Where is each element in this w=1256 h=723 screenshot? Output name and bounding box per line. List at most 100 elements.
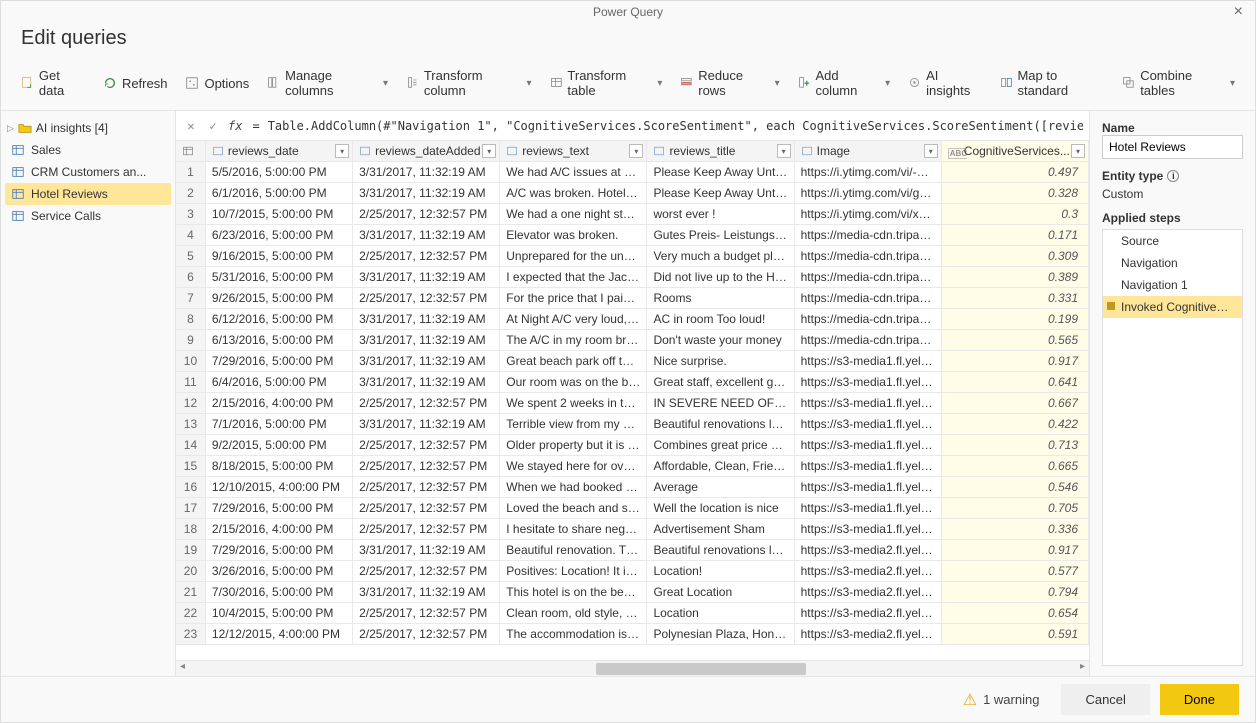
column-header-CognitiveServices[interactable]: ABC123CognitiveServices....▾	[941, 141, 1088, 162]
applied-step[interactable]: Source	[1103, 230, 1242, 252]
cell[interactable]: 0.331	[941, 288, 1088, 309]
cell[interactable]: Elevator was broken.	[500, 225, 647, 246]
cell[interactable]: 0.565	[941, 330, 1088, 351]
cell[interactable]: 0.705	[941, 498, 1088, 519]
cell[interactable]: 2/25/2017, 12:32:57 PM	[353, 477, 500, 498]
row-number[interactable]: 21	[176, 582, 205, 603]
cell[interactable]: 2/25/2017, 12:32:57 PM	[353, 204, 500, 225]
row-number[interactable]: 14	[176, 435, 205, 456]
table-row[interactable]: 107/29/2016, 5:00:00 PM3/31/2017, 11:32:…	[176, 351, 1089, 372]
row-number[interactable]: 10	[176, 351, 205, 372]
cell[interactable]: 6/1/2016, 5:00:00 PM	[205, 183, 352, 204]
cell[interactable]: 3/31/2017, 11:32:19 AM	[353, 225, 500, 246]
cell[interactable]: 3/31/2017, 11:32:19 AM	[353, 162, 500, 183]
cell[interactable]: https://s3-media2.fl.yelpcd...	[794, 603, 941, 624]
table-row[interactable]: 149/2/2015, 5:00:00 PM2/25/2017, 12:32:5…	[176, 435, 1089, 456]
cell[interactable]: 7/29/2016, 5:00:00 PM	[205, 498, 352, 519]
applied-step[interactable]: Navigation	[1103, 252, 1242, 274]
cell[interactable]: Polynesian Plaza, Honolulu	[647, 624, 794, 645]
cell[interactable]: 0.667	[941, 393, 1088, 414]
cell[interactable]: 2/25/2017, 12:32:57 PM	[353, 519, 500, 540]
row-number[interactable]: 22	[176, 603, 205, 624]
cell[interactable]: https://media-cdn.tripadvi...	[794, 246, 941, 267]
row-number[interactable]: 16	[176, 477, 205, 498]
close-icon[interactable]: ×	[1234, 3, 1243, 21]
row-number[interactable]: 9	[176, 330, 205, 351]
cell[interactable]: Did not live up to the Hilto...	[647, 267, 794, 288]
cell[interactable]: 2/25/2017, 12:32:57 PM	[353, 288, 500, 309]
cell[interactable]: 5/31/2016, 5:00:00 PM	[205, 267, 352, 288]
cell[interactable]: 0.654	[941, 603, 1088, 624]
cell[interactable]: The A/C in my room broke...	[500, 330, 647, 351]
corner-cell[interactable]	[176, 141, 205, 162]
cell[interactable]: 2/25/2017, 12:32:57 PM	[353, 246, 500, 267]
cell[interactable]: 0.389	[941, 267, 1088, 288]
cell[interactable]: Well the location is nice	[647, 498, 794, 519]
cell[interactable]: 0.917	[941, 540, 1088, 561]
filter-dropdown-icon[interactable]: ▾	[777, 144, 791, 158]
cell[interactable]: 9/26/2015, 5:00:00 PM	[205, 288, 352, 309]
cell[interactable]: https://s3-media1.fl.yelpcd...	[794, 477, 941, 498]
column-header-reviews_dateAdded[interactable]: reviews_dateAdded▾	[353, 141, 500, 162]
info-icon[interactable]: i	[1167, 170, 1179, 182]
cell[interactable]: 0.917	[941, 351, 1088, 372]
horizontal-scrollbar[interactable]: ◂ ▸	[176, 660, 1089, 676]
filter-dropdown-icon[interactable]: ▾	[629, 144, 643, 158]
cell[interactable]: https://i.ytimg.com/vi/xcEB...	[794, 204, 941, 225]
row-number[interactable]: 6	[176, 267, 205, 288]
cell[interactable]: Beautiful renovations locat...	[647, 414, 794, 435]
cell[interactable]: 8/18/2015, 5:00:00 PM	[205, 456, 352, 477]
cell[interactable]: 0.546	[941, 477, 1088, 498]
cell[interactable]: https://media-cdn.tripadvi...	[794, 309, 941, 330]
cell[interactable]: 7/29/2016, 5:00:00 PM	[205, 351, 352, 372]
cell[interactable]: For the price that I paid for...	[500, 288, 647, 309]
filter-dropdown-icon[interactable]: ▾	[1071, 144, 1085, 158]
cell[interactable]: https://s3-media1.fl.yelpcd...	[794, 435, 941, 456]
row-number[interactable]: 4	[176, 225, 205, 246]
cell[interactable]: Great Location	[647, 582, 794, 603]
column-header-reviews_date[interactable]: reviews_date▾	[205, 141, 352, 162]
cell[interactable]: 2/25/2017, 12:32:57 PM	[353, 393, 500, 414]
cell[interactable]: 0.591	[941, 624, 1088, 645]
cell[interactable]: 0.199	[941, 309, 1088, 330]
cell[interactable]: Very much a budget place	[647, 246, 794, 267]
cell[interactable]: 2/25/2017, 12:32:57 PM	[353, 435, 500, 456]
cell[interactable]: https://s3-media1.fl.yelpcd...	[794, 519, 941, 540]
filter-dropdown-icon[interactable]: ▾	[482, 144, 496, 158]
combine-tables-button[interactable]: Combine tables ▾	[1116, 64, 1241, 102]
cell[interactable]: Clean room, old style, 196...	[500, 603, 647, 624]
ai-insights-button[interactable]: AI insights	[902, 64, 987, 102]
query-item[interactable]: Sales	[5, 139, 171, 161]
table-row[interactable]: 86/12/2016, 5:00:00 PM3/31/2017, 11:32:1…	[176, 309, 1089, 330]
row-number[interactable]: 11	[176, 372, 205, 393]
refresh-button[interactable]: Refresh	[97, 72, 174, 95]
cell[interactable]: Terrible view from my $300...	[500, 414, 647, 435]
cell[interactable]: 2/25/2017, 12:32:57 PM	[353, 624, 500, 645]
cell[interactable]: https://media-cdn.tripadvi...	[794, 267, 941, 288]
column-header-reviews_title[interactable]: reviews_title▾	[647, 141, 794, 162]
cell[interactable]: 3/31/2017, 11:32:19 AM	[353, 351, 500, 372]
get-data-button[interactable]: Get data	[15, 64, 91, 102]
table-row[interactable]: 310/7/2015, 5:00:00 PM2/25/2017, 12:32:5…	[176, 204, 1089, 225]
query-item[interactable]: Hotel Reviews	[5, 183, 171, 205]
cell[interactable]: Advertisement Sham	[647, 519, 794, 540]
done-button[interactable]: Done	[1160, 684, 1239, 715]
table-row[interactable]: 116/4/2016, 5:00:00 PM3/31/2017, 11:32:1…	[176, 372, 1089, 393]
cell[interactable]: 0.3	[941, 204, 1088, 225]
cell[interactable]: AC in room Too loud!	[647, 309, 794, 330]
scrollbar-thumb[interactable]	[596, 663, 806, 675]
applied-step[interactable]: Navigation 1	[1103, 274, 1242, 296]
map-to-standard-button[interactable]: Map to standard	[994, 64, 1111, 102]
options-button[interactable]: Options	[179, 72, 255, 95]
cell[interactable]: Unprepared for the unwelc...	[500, 246, 647, 267]
cell[interactable]: 0.309	[941, 246, 1088, 267]
cell[interactable]: 2/15/2016, 4:00:00 PM	[205, 519, 352, 540]
cell[interactable]: 0.577	[941, 561, 1088, 582]
cell[interactable]: https://s3-media1.fl.yelpcd...	[794, 498, 941, 519]
scroll-left-icon[interactable]: ◂	[176, 661, 189, 672]
transform-column-button[interactable]: Transform column ▾	[400, 64, 538, 102]
scroll-right-icon[interactable]: ▸	[1076, 661, 1089, 672]
cell[interactable]: https://s3-media2.fl.yelpcd...	[794, 582, 941, 603]
table-row[interactable]: 46/23/2016, 5:00:00 PM3/31/2017, 11:32:1…	[176, 225, 1089, 246]
row-number[interactable]: 23	[176, 624, 205, 645]
